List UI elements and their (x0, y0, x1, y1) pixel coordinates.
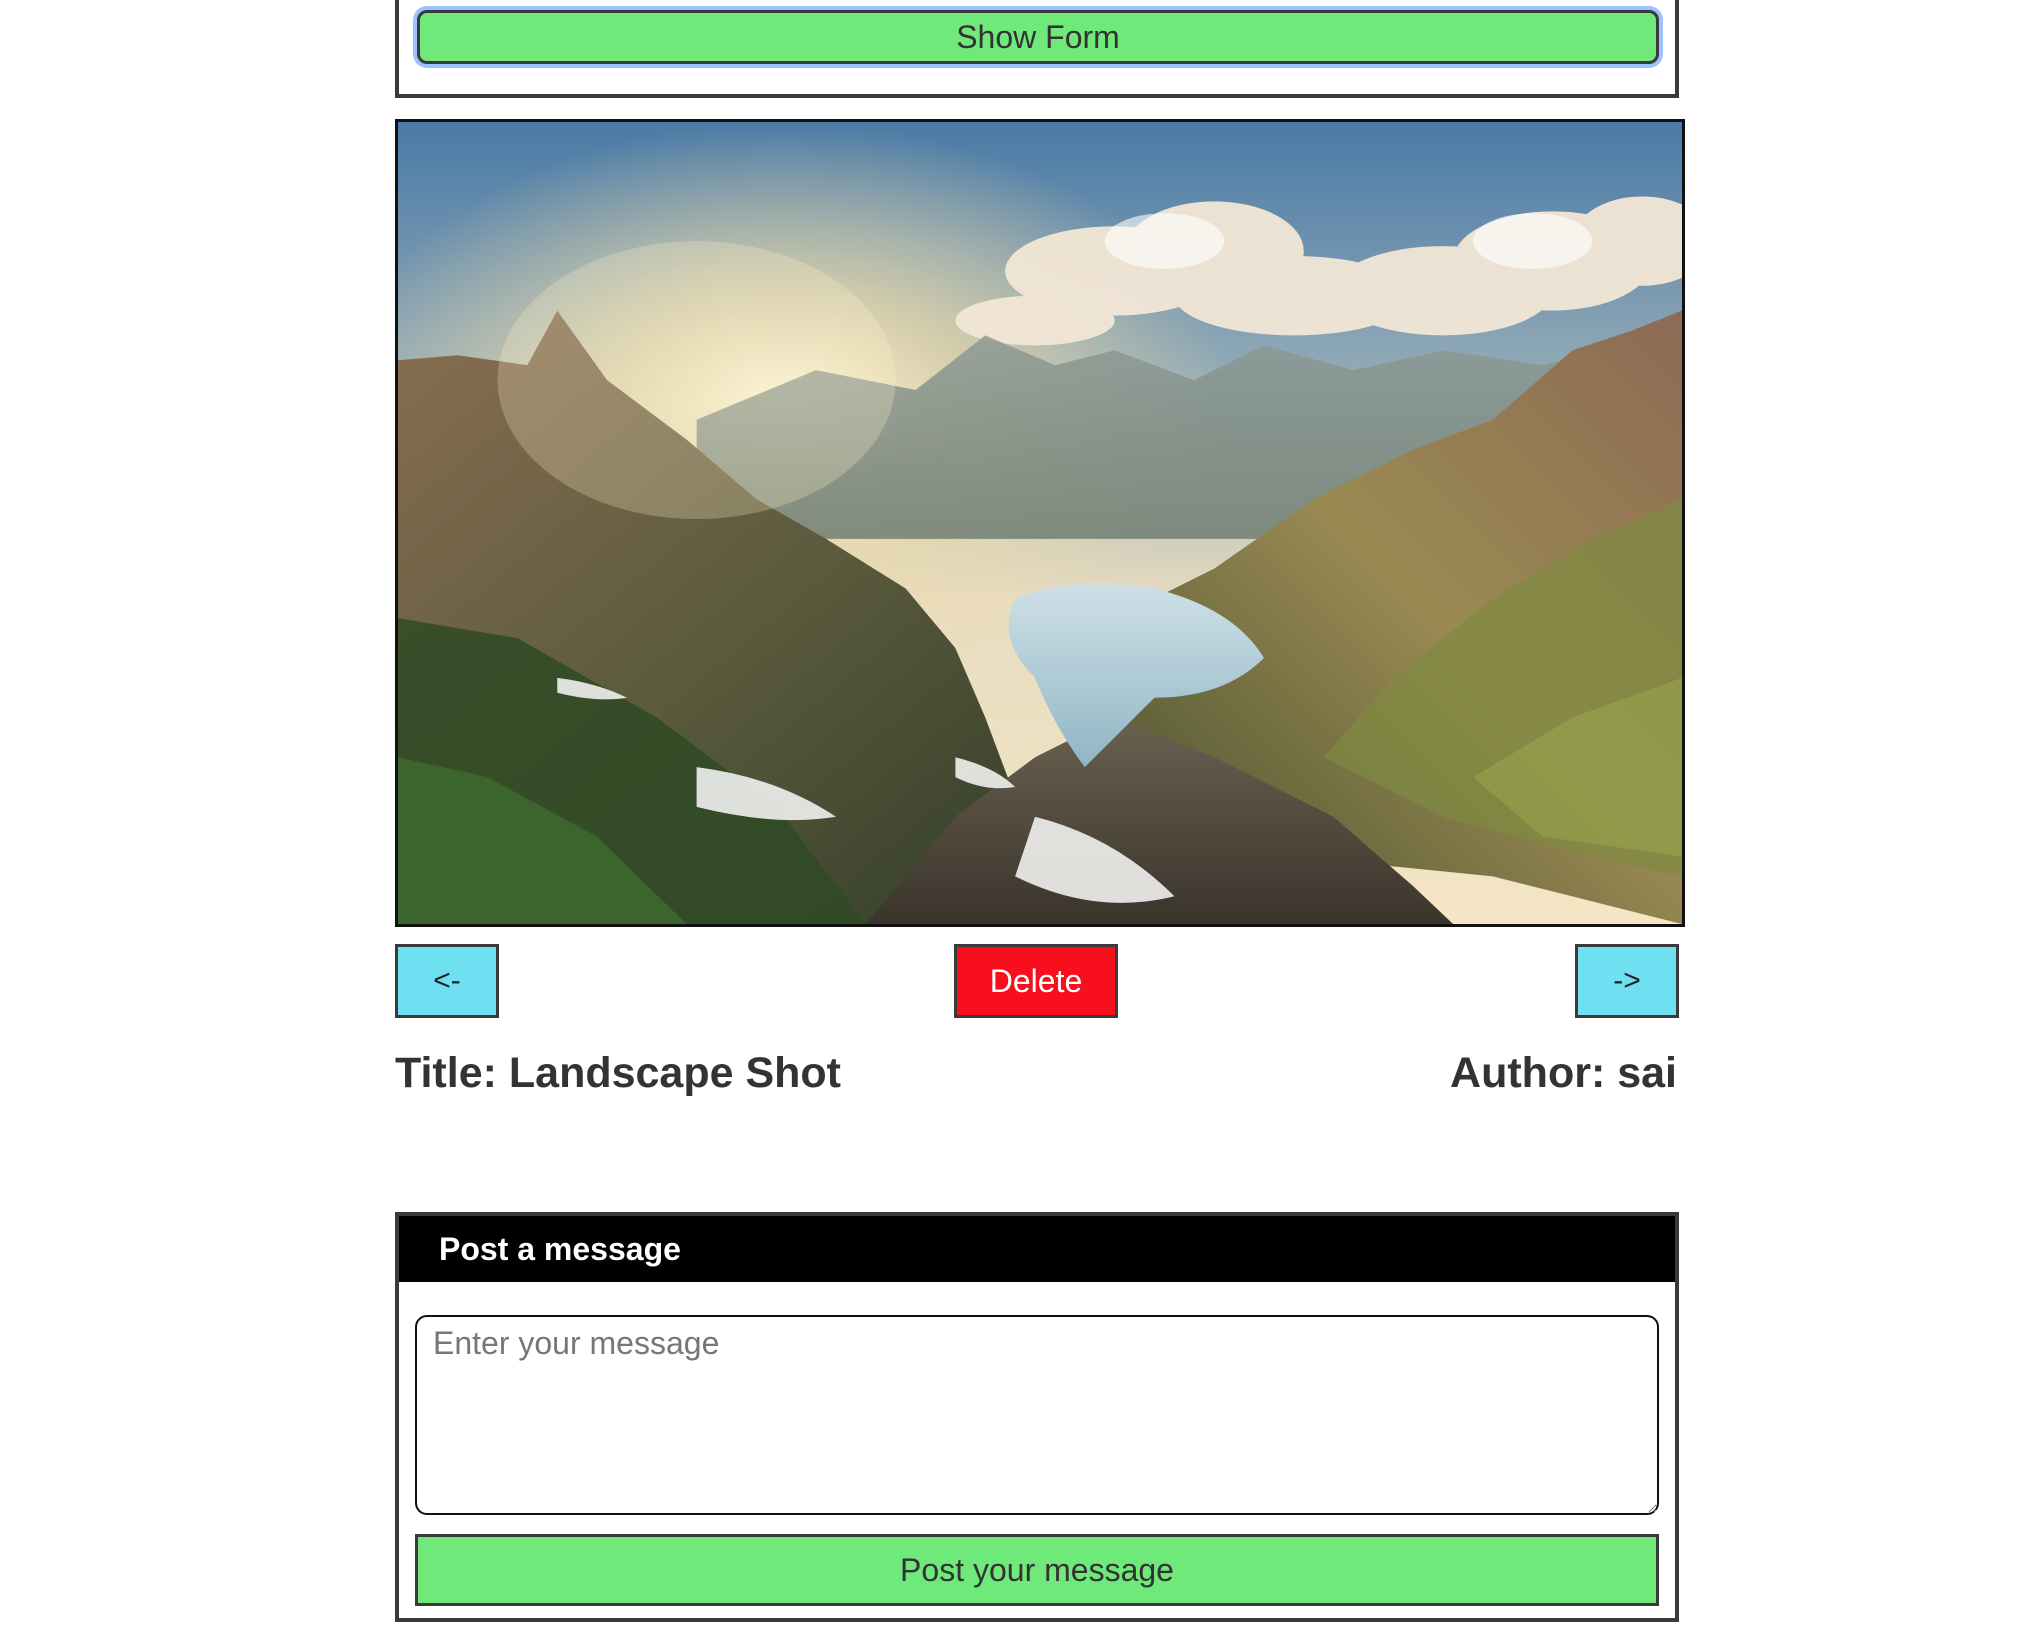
panel-header: Post a message (399, 1216, 1675, 1282)
previous-button[interactable]: <- (395, 944, 499, 1018)
message-input[interactable] (415, 1315, 1659, 1515)
photo-title: Title: Landscape Shot (395, 1049, 841, 1097)
mountain-landscape-image (398, 122, 1682, 924)
next-button[interactable]: -> (1575, 944, 1679, 1018)
message-panel: Post a message Post your message (395, 1212, 1679, 1622)
form-toggle-container: Show Form (395, 0, 1679, 98)
landscape-photo (395, 119, 1685, 927)
panel-header-title: Post a message (439, 1231, 681, 1267)
photo-author: Author: sai (1450, 1049, 1677, 1097)
delete-button[interactable]: Delete (954, 944, 1118, 1018)
page: Show Form <- Delete -> Title: Landscape … (0, 0, 2024, 1630)
show-form-button[interactable]: Show Form (417, 10, 1659, 64)
post-message-button[interactable]: Post your message (415, 1534, 1659, 1606)
